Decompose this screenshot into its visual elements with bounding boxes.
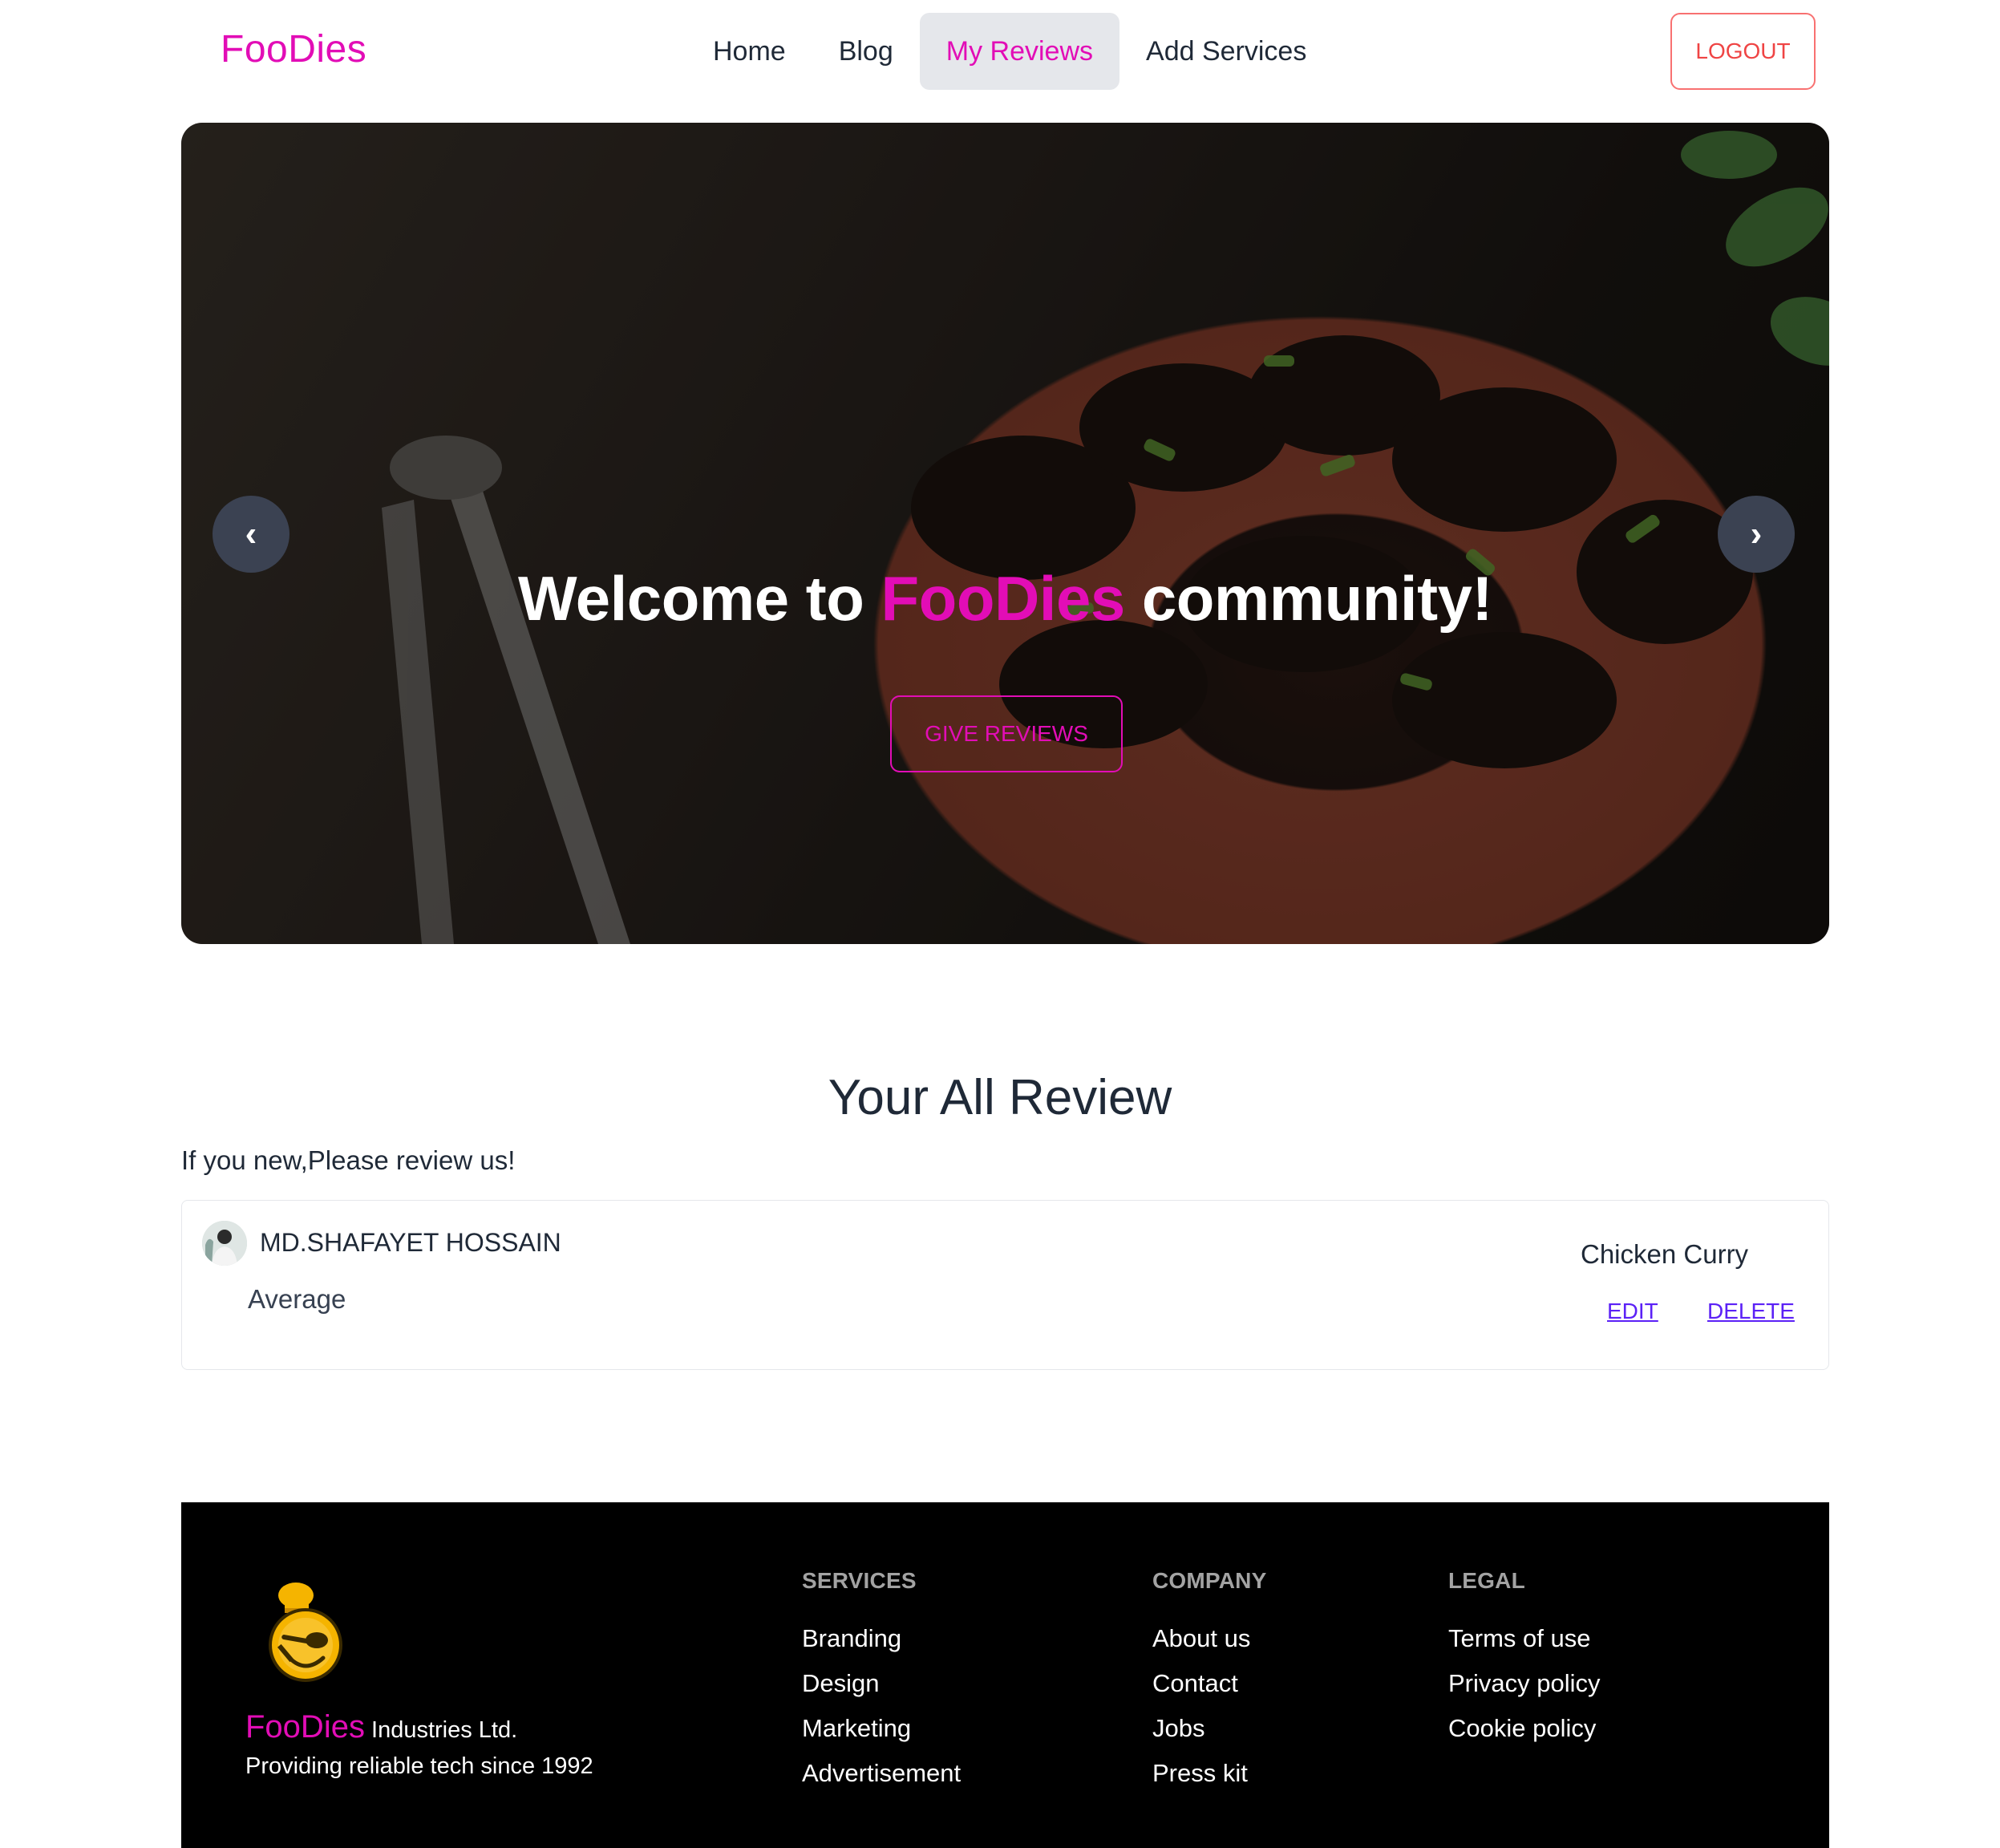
brand-logo[interactable]: FooDies xyxy=(221,27,366,71)
nav-item-my-reviews[interactable]: My Reviews xyxy=(919,13,1120,90)
footer-company-name: FooDies Industries Ltd. xyxy=(245,1709,517,1745)
footer-column-legal: LEGAL Terms of use Privacy policy Cookie… xyxy=(1448,1568,1601,1751)
hero-title: Welcome to FooDies community! xyxy=(181,562,1829,635)
hero-carousel: ‹ › Welcome to FooDies community! GIVE R… xyxy=(181,123,1829,944)
reviewed-service-name: Chicken Curry xyxy=(1581,1239,1749,1269)
edit-review-link[interactable]: EDIT xyxy=(1607,1299,1658,1324)
footer-column-company: COMPANY About us Contact Jobs Press kit xyxy=(1152,1568,1266,1796)
nav-item-home[interactable]: Home xyxy=(686,13,812,90)
chevron-left-icon: ‹ xyxy=(245,514,257,553)
review-card: MD.SHAFAYET HOSSAIN Average Chicken Curr… xyxy=(181,1200,1829,1370)
footer-link-branding[interactable]: Branding xyxy=(802,1616,961,1661)
nav-item-blog[interactable]: Blog xyxy=(812,13,920,90)
footer-heading-company: COMPANY xyxy=(1152,1568,1267,1593)
footer-link-terms-of-use[interactable]: Terms of use xyxy=(1448,1616,1601,1661)
delete-review-link[interactable]: DELETE xyxy=(1707,1299,1795,1324)
navbar: FooDies Home Blog My Reviews Add Service… xyxy=(0,0,2000,122)
hero-overlay xyxy=(181,123,1829,944)
footer-link-advertisement[interactable]: Advertisement xyxy=(802,1751,961,1796)
logout-button[interactable]: LOGOUT xyxy=(1670,13,1816,90)
hero-title-prefix: Welcome to xyxy=(518,563,881,634)
footer-link-contact[interactable]: Contact xyxy=(1152,1661,1266,1706)
footer-tagline: Providing reliable tech since 1992 xyxy=(245,1753,593,1779)
footer-link-about-us[interactable]: About us xyxy=(1152,1616,1266,1661)
reviews-section-title: Your All Review xyxy=(828,1070,1172,1125)
carousel-next-button[interactable]: › xyxy=(1718,496,1795,573)
footer-link-cookie-policy[interactable]: Cookie policy xyxy=(1448,1706,1601,1751)
reviewer-name: MD.SHAFAYET HOSSAIN xyxy=(260,1228,561,1257)
avatar xyxy=(202,1221,247,1266)
nav-menu: Home Blog My Reviews Add Services xyxy=(686,13,1333,90)
footer-brand-suffix: Industries Ltd. xyxy=(364,1717,518,1743)
footer-heading-services: SERVICES xyxy=(802,1568,917,1593)
footer-brand: FooDies xyxy=(245,1709,365,1745)
reviews-section-subtitle: If you new,Please review us! xyxy=(181,1145,516,1175)
carousel-prev-button[interactable]: ‹ xyxy=(213,496,289,573)
chevron-right-icon: › xyxy=(1750,514,1763,553)
footer-link-press-kit[interactable]: Press kit xyxy=(1152,1751,1266,1796)
review-rating: Average xyxy=(248,1284,346,1314)
chef-logo-icon xyxy=(265,1581,346,1682)
hero-title-suffix: community! xyxy=(1124,563,1493,634)
footer-link-design[interactable]: Design xyxy=(802,1661,961,1706)
footer-link-privacy-policy[interactable]: Privacy policy xyxy=(1448,1661,1601,1706)
nav-item-add-services[interactable]: Add Services xyxy=(1119,13,1333,90)
footer-link-marketing[interactable]: Marketing xyxy=(802,1706,961,1751)
footer: FooDies Industries Ltd. Providing reliab… xyxy=(181,1502,1829,1848)
give-reviews-button[interactable]: GIVE REVIEWS xyxy=(890,695,1123,772)
footer-column-services: SERVICES Branding Design Marketing Adver… xyxy=(802,1568,961,1796)
footer-heading-legal: LEGAL xyxy=(1448,1568,1525,1593)
hero-title-brand: FooDies xyxy=(881,563,1126,634)
footer-link-jobs[interactable]: Jobs xyxy=(1152,1706,1266,1751)
